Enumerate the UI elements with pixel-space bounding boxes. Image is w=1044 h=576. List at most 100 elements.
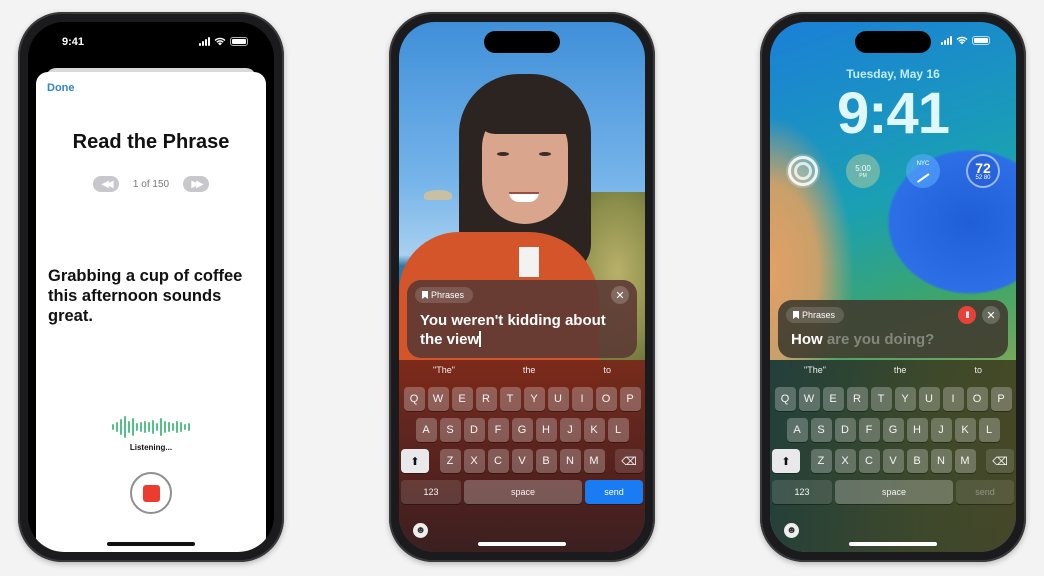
space-key[interactable]: space [835,480,953,504]
emoji-button[interactable]: ☻ [413,523,428,538]
key-b[interactable]: B [535,449,557,473]
key-d[interactable]: D [834,418,856,442]
waveform-bar [128,421,130,433]
key-y[interactable]: Y [523,387,545,411]
key-c[interactable]: C [487,449,509,473]
key-f[interactable]: F [487,418,509,442]
waveform-bar [180,422,182,432]
key-n[interactable]: N [930,449,952,473]
key-k[interactable]: K [954,418,976,442]
waveform-bar [120,419,122,435]
speech-text-input[interactable]: How are you doing? [791,330,998,349]
key-r[interactable]: R [846,387,868,411]
send-key[interactable]: send [585,480,643,504]
key-q[interactable]: Q [403,387,425,411]
close-button[interactable]: ✕ [982,306,1000,324]
phone-facetime-live-speech: Phrases ✕ You weren't kidding about the … [389,12,655,562]
key-t[interactable]: T [499,387,521,411]
key-w[interactable]: W [427,387,449,411]
suggestion[interactable]: to [603,365,611,379]
live-speech-card: Phrases II ✕ How are you doing? [778,300,1008,358]
key-q[interactable]: Q [774,387,796,411]
world-clock-widget[interactable]: NYC [906,154,940,188]
key-h[interactable]: H [535,418,557,442]
key-m[interactable]: M [583,449,605,473]
key-k[interactable]: K [583,418,605,442]
key-e[interactable]: E [451,387,473,411]
stop-recording-button[interactable] [130,472,172,514]
numbers-key[interactable]: 123 [401,480,461,504]
key-c[interactable]: C [858,449,880,473]
suggestion[interactable]: "The" [433,365,455,379]
key-y[interactable]: Y [894,387,916,411]
key-x[interactable]: X [834,449,856,473]
weather-widget[interactable]: 72 52 80 [966,154,1000,188]
key-o[interactable]: O [966,387,988,411]
suggestion[interactable]: to [974,365,982,379]
key-a[interactable]: A [415,418,437,442]
key-v[interactable]: V [882,449,904,473]
key-p[interactable]: P [990,387,1012,411]
home-indicator[interactable] [107,542,195,546]
read-phrase-sheet: Done Read the Phrase ◀◀ 1 of 150 ▶▶ Grab… [36,72,266,552]
key-d[interactable]: D [463,418,485,442]
close-button[interactable]: ✕ [611,286,629,304]
key-u[interactable]: U [547,387,569,411]
suggestion[interactable]: the [523,365,536,379]
activity-rings-widget[interactable] [786,154,820,188]
key-j[interactable]: J [930,418,952,442]
key-i[interactable]: I [571,387,593,411]
pause-button[interactable]: II [958,306,976,324]
key-a[interactable]: A [786,418,808,442]
alarm-widget[interactable]: 5:00 PM [846,154,880,188]
key-j[interactable]: J [559,418,581,442]
keyboard: Q W E R T Y U I O P A S D F G H J K L ⬆ Z X C V B N M ⌫ 123 space send [770,387,1016,504]
key-r[interactable]: R [475,387,497,411]
key-s[interactable]: S [810,418,832,442]
delete-key-icon[interactable]: ⌫ [986,449,1014,473]
key-i[interactable]: I [942,387,964,411]
home-indicator[interactable] [478,542,566,546]
phrases-button[interactable]: Phrases [415,287,474,303]
key-u[interactable]: U [918,387,940,411]
space-key[interactable]: space [464,480,582,504]
shift-key-icon[interactable]: ⬆ [401,449,429,473]
previous-phrase-button[interactable]: ◀◀ [92,176,119,192]
key-g[interactable]: G [882,418,904,442]
key-s[interactable]: S [439,418,461,442]
suggestion[interactable]: the [894,365,907,379]
next-phrase-button[interactable]: ▶▶ [183,176,210,192]
key-v[interactable]: V [511,449,533,473]
emoji-button[interactable]: ☻ [784,523,799,538]
key-x[interactable]: X [463,449,485,473]
home-indicator[interactable] [849,542,937,546]
key-g[interactable]: G [511,418,533,442]
speech-text-input[interactable]: You weren't kidding about the view [420,311,627,349]
waveform-bar [152,420,154,434]
delete-key-icon[interactable]: ⌫ [615,449,643,473]
key-t[interactable]: T [870,387,892,411]
waveform-bar [172,423,174,431]
key-l[interactable]: L [978,418,1000,442]
done-button[interactable]: Done [47,82,75,94]
key-z[interactable]: Z [810,449,832,473]
stage: 9:41 Done Read the Phrase ◀◀ 1 of 150 ▶▶… [0,0,1044,576]
shift-key-icon[interactable]: ⬆ [772,449,800,473]
phrases-button[interactable]: Phrases [786,307,845,323]
key-n[interactable]: N [559,449,581,473]
suggestion[interactable]: "The" [804,365,826,379]
key-o[interactable]: O [595,387,617,411]
waveform-bar [144,421,146,433]
send-key[interactable]: send [956,480,1014,504]
key-z[interactable]: Z [439,449,461,473]
key-e[interactable]: E [822,387,844,411]
key-l[interactable]: L [607,418,629,442]
clock-hand-icon [916,173,930,183]
key-w[interactable]: W [798,387,820,411]
key-b[interactable]: B [906,449,928,473]
key-f[interactable]: F [858,418,880,442]
key-h[interactable]: H [906,418,928,442]
numbers-key[interactable]: 123 [772,480,832,504]
key-p[interactable]: P [619,387,641,411]
key-m[interactable]: M [954,449,976,473]
